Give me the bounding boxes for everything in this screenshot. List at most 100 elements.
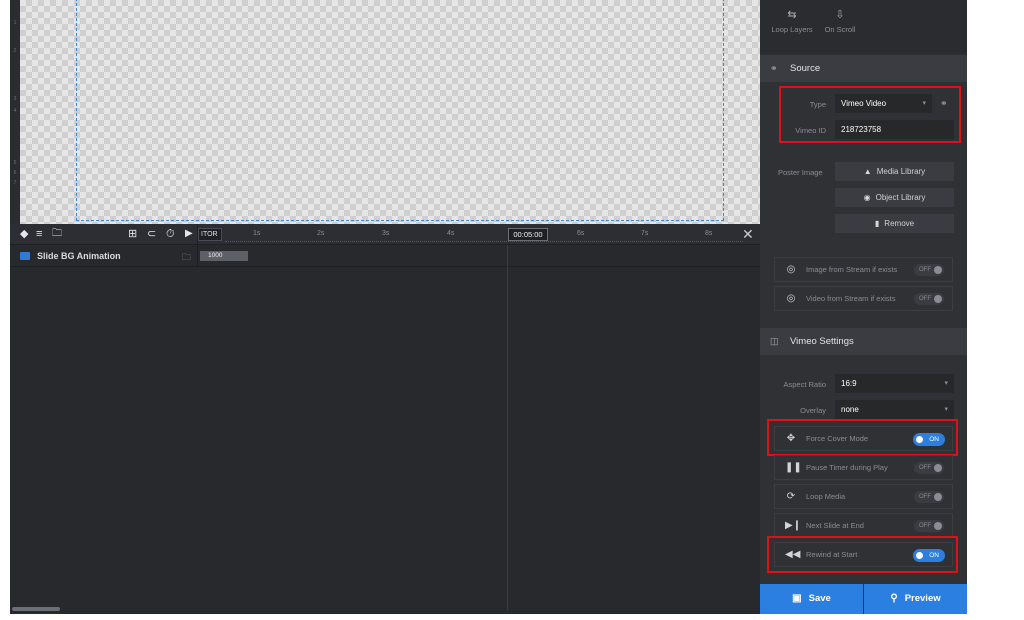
globe-icon: ◎ [786, 264, 796, 275]
link-icon: ⚭ [770, 63, 778, 73]
close-icon[interactable]: ✕ [742, 226, 754, 242]
loop-media-row[interactable]: ⟳ Loop Media OFF [774, 484, 953, 509]
panel-footer: ▣ Save ⚲ Preview [760, 584, 967, 614]
ruler-mark: 4 [13, 108, 17, 114]
media-library-label: Media Library [876, 167, 926, 176]
timeline-tick: 4s [447, 230, 455, 237]
source-section-header[interactable]: ⚭ Source [760, 55, 967, 82]
canvas-stage: 1 2 3 4 5 6 7 [10, 0, 760, 224]
loop-media-label: Loop Media [806, 492, 846, 501]
media-library-button[interactable]: ▲ Media Library [835, 162, 954, 181]
chevron-down-icon: ▾ [944, 380, 948, 387]
trash-icon: ▮ [874, 219, 880, 228]
grid-icon[interactable]: ⊞ [128, 227, 137, 241]
ruler-mark: 2 [13, 48, 17, 54]
overlay-label: Overlay [800, 406, 826, 415]
source-heading: Source [790, 63, 821, 74]
stopwatch-icon[interactable]: ⏱ [166, 227, 175, 241]
timeline-tick: 1s [253, 230, 261, 237]
ruler-mark: 7 [13, 180, 17, 186]
timeline-toolbar: ◆ ≡ 🗀 ⊞ ⊂ ⏱ ▶ ITOR 1s 2s 3s 4s 6s 7s 8s … [10, 224, 760, 245]
timeline-tick: 3s [382, 230, 390, 237]
chevron-down-icon: ▾ [944, 406, 948, 413]
timeline-ruler[interactable]: 1s 2s 3s 4s 6s 7s 8s [225, 224, 743, 245]
highlight-box [779, 86, 961, 143]
search-icon: ⚲ [890, 593, 898, 604]
loop-layers-button[interactable]: ⇆ Loop Layers [769, 8, 815, 34]
timeline-panel: ◆ ≡ 🗀 ⊞ ⊂ ⏱ ▶ ITOR 1s 2s 3s 4s 6s 7s 8s … [10, 224, 760, 614]
remove-button[interactable]: ▮ Remove [835, 214, 954, 233]
preview-label: Preview [904, 593, 941, 604]
menu-icon[interactable]: ≡ [36, 227, 42, 241]
timeline-playhead[interactable] [507, 245, 508, 610]
ruler-mark: 6 [13, 170, 17, 176]
layers-icon[interactable]: ◆ [20, 227, 28, 241]
timeline-row-label: Slide BG Animation [37, 251, 121, 261]
ruler-mark: 5 [13, 160, 17, 166]
video-from-stream-toggle[interactable]: OFF [914, 293, 944, 305]
folder-icon[interactable]: 🗀 [182, 250, 191, 266]
magnet-icon[interactable]: ⊂ [147, 227, 156, 241]
pause-timer-toggle[interactable]: OFF [914, 462, 944, 474]
overlay-select[interactable]: none ▾ [835, 400, 954, 419]
next-slide-row[interactable]: ▶❙ Next Slide at End OFF [774, 513, 953, 538]
settings-panel: ⇆ Loop Layers ⇩ On Scroll ⚭ Source Type … [760, 0, 967, 614]
remove-label: Remove [884, 219, 915, 228]
vertical-ruler: 1 2 3 4 5 6 7 [10, 0, 20, 224]
highlight-box [767, 419, 958, 456]
on-scroll-label: On Scroll [824, 25, 856, 34]
highlight-box [767, 536, 958, 573]
pause-timer-label: Pause Timer during Play [806, 463, 888, 472]
vimeo-settings-header[interactable]: ◫ Vimeo Settings [760, 328, 967, 355]
pause-icon: ❚❚ [785, 462, 802, 473]
slide-boundary [76, 0, 724, 221]
timeline-tick: 2s [317, 230, 325, 237]
aspect-ratio-value: 16:9 [841, 379, 857, 388]
loop-layers-label: Loop Layers [771, 25, 813, 34]
folder-icon[interactable]: 🗀 [52, 227, 62, 241]
skip-next-icon: ▶❙ [785, 520, 802, 531]
save-button[interactable]: ▣ Save [760, 584, 863, 614]
save-icon: ▣ [792, 593, 802, 604]
on-scroll-button[interactable]: ⇩ On Scroll [820, 8, 860, 34]
horizontal-scrollbar[interactable] [12, 607, 60, 611]
video-from-stream-row[interactable]: ◎ Video from Stream if exists OFF [774, 286, 953, 311]
current-time-display[interactable]: 00:05:00 [508, 228, 548, 241]
loop-icon: ⟳ [786, 491, 796, 502]
ruler-mark: 1 [13, 20, 17, 26]
settings-panel-icon: ◫ [770, 336, 779, 346]
timeline-editor-field[interactable]: ITOR [198, 228, 222, 241]
image-from-stream-row[interactable]: ◎ Image from Stream if exists OFF [774, 257, 953, 282]
timeline-row[interactable]: Slide BG Animation 🗀 1000 [10, 246, 760, 267]
pause-timer-row[interactable]: ❚❚ Pause Timer during Play OFF [774, 455, 953, 480]
preview-button[interactable]: ⚲ Preview [864, 584, 967, 614]
aspect-ratio-select[interactable]: 16:9 ▾ [835, 374, 954, 393]
aspect-ratio-label: Aspect Ratio [783, 380, 826, 389]
panel-top-bar: ⇆ Loop Layers ⇩ On Scroll [760, 0, 967, 54]
next-slide-label: Next Slide at End [806, 521, 864, 530]
image-from-stream-toggle[interactable]: OFF [914, 264, 944, 276]
save-label: Save [808, 593, 831, 604]
globe-icon: ◎ [786, 293, 796, 304]
timeline-ruler-dots [225, 240, 743, 242]
image-icon: ▲ [863, 167, 872, 176]
timeline-tick: 7s [641, 230, 649, 237]
play-icon[interactable]: ▶ [185, 227, 193, 241]
animation-bar[interactable]: 1000 [200, 251, 248, 261]
vimeo-settings-heading: Vimeo Settings [790, 336, 854, 347]
timeline-tick: 6s [577, 230, 585, 237]
video-from-stream-label: Video from Stream if exists [806, 294, 896, 303]
object-library-button[interactable]: ◉ Object Library [835, 188, 954, 207]
next-slide-toggle[interactable]: OFF [914, 520, 944, 532]
loop-icon: ⇆ [787, 9, 797, 21]
transparent-canvas[interactable] [20, 0, 760, 224]
ruler-mark: 3 [13, 96, 17, 102]
camera-icon: ◉ [863, 193, 871, 202]
timeline-tick: 8s [705, 230, 713, 237]
slide-layer-icon [20, 252, 30, 260]
column-divider [197, 224, 198, 267]
loop-media-toggle[interactable]: OFF [914, 491, 944, 503]
poster-image-label: Poster Image [778, 168, 823, 177]
object-library-label: Object Library [875, 193, 926, 202]
scroll-icon: ⇩ [835, 9, 845, 21]
